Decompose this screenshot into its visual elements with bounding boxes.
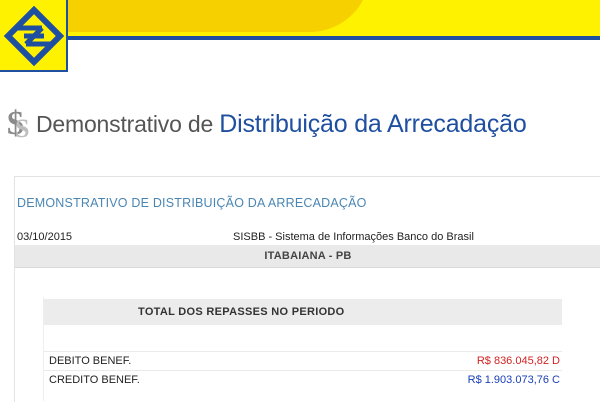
panel-heading: DEMONSTRATIVO DE DISTRIBUIÇÃO DA ARRECAD… [17,196,367,210]
header-curve [40,0,370,32]
dollar-icon: $ S [7,105,29,140]
system-name: SISBB - Sistema de Informações Banco do … [233,231,474,243]
bank-logo[interactable] [0,0,68,72]
info-row: 03/10/2015 SISBB - Sistema de Informaçõe… [17,231,600,245]
header-stripe [0,36,600,40]
city-bar: ITABAIANA - PB [15,245,600,268]
bank-logo-icon [4,6,64,66]
page-title: Demonstrativo de Distribuição da Arrecad… [36,110,527,139]
header-band [0,0,600,36]
report-date: 03/10/2015 [17,231,73,243]
table-row: CREDITO BENEF. R$ 1.903.073,76 C [44,370,562,389]
svg-text:S: S [15,114,29,140]
credit-value: R$ 1.903.073,76 C [467,374,560,386]
totals-heading: TOTAL DOS REPASSES NO PERIODO [44,299,562,325]
table-row: DEBITO BENEF. R$ 836.045,82 D [44,351,562,370]
debit-label: DEBITO BENEF. [49,355,132,367]
page-title-area: $ S Demonstrativo de Distribuição da Arr… [6,104,566,144]
report-panel: DEMONSTRATIVO DE DISTRIBUIÇÃO DA ARRECAD… [14,176,600,402]
totals-table: TOTAL DOS REPASSES NO PERIODO DEBITO BEN… [43,297,562,401]
credit-label: CREDITO BENEF. [49,374,140,386]
page-title-prefix: Demonstrativo de [36,111,220,137]
page-title-main: Distribuição da Arrecadação [219,110,527,138]
totals-heading-label: TOTAL DOS REPASSES NO PERIODO [138,306,345,318]
debit-value: R$ 836.045,82 D [476,355,560,367]
